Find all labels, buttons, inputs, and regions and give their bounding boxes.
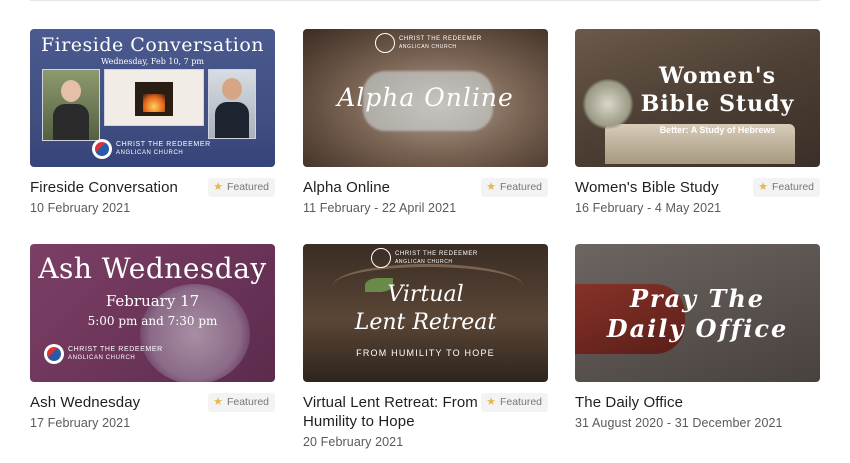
thumbnail-subheading: Wednesday, Feb 10, 7 pm xyxy=(101,57,204,66)
church-logo: CHRIST THE REDEEMER ANGLICAN CHURCH xyxy=(371,248,478,268)
event-card-daily-office[interactable]: Pray The Daily Office The Daily Office 3… xyxy=(575,244,820,453)
thumbnail-heading: Alpha Online xyxy=(337,83,514,112)
thumbnail-heading: Ash Wednesday xyxy=(38,252,267,285)
event-title[interactable]: Ash Wednesday xyxy=(30,393,210,412)
event-thumbnail[interactable]: Women's Bible Study Better: A Study of H… xyxy=(575,29,820,167)
thumbnail-heading-line1: Pray The xyxy=(629,284,766,313)
star-icon: ★ xyxy=(486,396,496,408)
event-thumbnail[interactable]: Ash Wednesday February 17 5:00 pm and 7:… xyxy=(30,244,275,382)
event-title[interactable]: Women's Bible Study xyxy=(575,178,755,197)
event-title[interactable]: Alpha Online xyxy=(303,178,483,197)
event-date: 16 February - 4 May 2021 xyxy=(575,201,722,215)
event-card-virtual-lent-retreat[interactable]: CHRIST THE REDEEMER ANGLICAN CHURCH Virt… xyxy=(303,244,548,453)
event-card-ash-wednesday[interactable]: Ash Wednesday February 17 5:00 pm and 7:… xyxy=(30,244,275,453)
star-icon: ★ xyxy=(213,181,223,193)
featured-badge: ★ Featured xyxy=(481,393,548,412)
star-icon: ★ xyxy=(758,181,768,193)
event-card-fireside-conversation[interactable]: Fireside Conversation Wednesday, Feb 10,… xyxy=(30,29,275,238)
event-date: 11 February - 22 April 2021 xyxy=(303,201,457,215)
star-icon: ★ xyxy=(213,396,223,408)
church-logo: CHRIST THE REDEEMER ANGLICAN CHURCH xyxy=(44,344,163,364)
event-date: 17 February 2021 xyxy=(30,416,131,430)
event-thumbnail[interactable]: Fireside Conversation Wednesday, Feb 10,… xyxy=(30,29,275,167)
event-date: 20 February 2021 xyxy=(303,435,404,449)
thumbnail-subheading: Better: A Study of Hebrews xyxy=(659,125,776,135)
thumbnail-heading-line2: Lent Retreat xyxy=(354,310,497,335)
thumbnail-heading-line2: Daily Office xyxy=(606,314,789,343)
thumbnail-subheading: FROM HUMILITY TO HOPE xyxy=(356,348,495,358)
event-date: 10 February 2021 xyxy=(30,201,131,215)
event-title[interactable]: Virtual Lent Retreat: From Humility to H… xyxy=(303,393,483,431)
church-logo: CHRIST THE REDEEMER ANGLICAN CHURCH xyxy=(92,139,211,159)
thumbnail-heading-line2: Bible Study xyxy=(640,91,795,117)
thumbnail-heading: Fireside Conversation xyxy=(40,34,265,56)
guest-photo xyxy=(208,69,256,139)
featured-badge: ★ Featured xyxy=(208,178,275,197)
event-thumbnail[interactable]: CHRIST THE REDEEMER ANGLICAN CHURCH Alph… xyxy=(303,29,548,167)
church-logo: CHRIST THE REDEEMER ANGLICAN CHURCH xyxy=(375,33,482,53)
event-card-alpha-online[interactable]: CHRIST THE REDEEMER ANGLICAN CHURCH Alph… xyxy=(303,29,548,238)
event-card-womens-bible-study[interactable]: Women's Bible Study Better: A Study of H… xyxy=(575,29,820,238)
thumbnail-times: 5:00 pm and 7:30 pm xyxy=(87,314,218,328)
event-date: 31 August 2020 - 31 December 2021 xyxy=(575,416,783,430)
thumbnail-heading-line1: Women's xyxy=(659,63,776,89)
featured-badge: ★ Featured xyxy=(481,178,548,197)
event-title[interactable]: Fireside Conversation xyxy=(30,178,210,197)
thumbnail-date: February 17 xyxy=(105,292,200,310)
pastor-photo xyxy=(42,69,100,141)
event-thumbnail[interactable]: Pray The Daily Office xyxy=(575,244,820,382)
top-divider xyxy=(30,0,820,1)
event-title[interactable]: The Daily Office xyxy=(575,393,815,412)
thumbnail-heading-line1: Virtual xyxy=(387,282,464,307)
event-thumbnail[interactable]: CHRIST THE REDEEMER ANGLICAN CHURCH Virt… xyxy=(303,244,548,382)
fireplace-photo xyxy=(104,69,204,126)
featured-badge: ★ Featured xyxy=(208,393,275,412)
star-icon: ★ xyxy=(486,181,496,193)
featured-badge: ★ Featured xyxy=(753,178,820,197)
